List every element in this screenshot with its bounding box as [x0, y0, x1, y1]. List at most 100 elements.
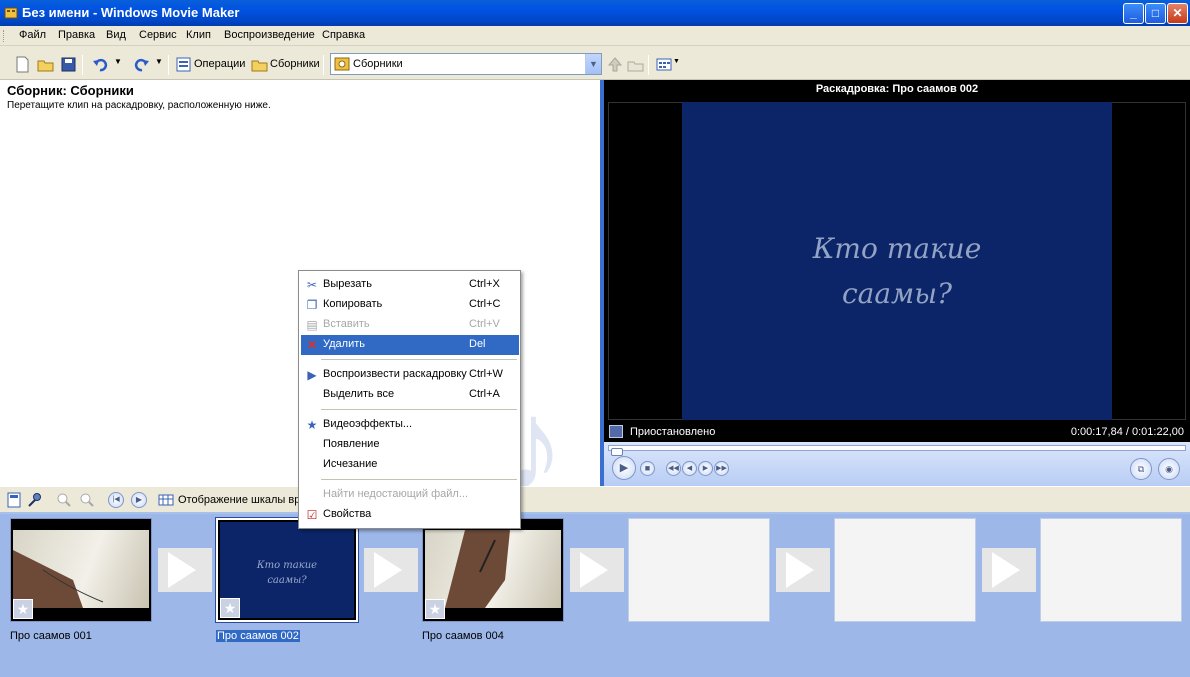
minimize-button[interactable]: _ — [1123, 3, 1144, 24]
collection-icon — [334, 57, 350, 71]
maximize-button[interactable]: □ — [1145, 3, 1166, 24]
menu-item-copy[interactable]: ❐ Копировать Ctrl+C — [301, 295, 519, 315]
views-dropdown-icon[interactable]: ▼ — [673, 58, 680, 65]
open-project-icon[interactable] — [37, 56, 54, 73]
menu-item-video-effects[interactable]: ★ Видеоэффекты... — [301, 415, 519, 435]
collections-button[interactable]: Сборники — [270, 58, 320, 70]
views-icon[interactable] — [656, 56, 673, 73]
previous-frame-icon[interactable]: ◀◀ — [666, 461, 681, 476]
new-project-icon[interactable] — [14, 56, 31, 73]
redo-dropdown-icon[interactable]: ▼ — [155, 57, 163, 66]
rewind-icon[interactable]: ◀ — [682, 461, 697, 476]
video-effect-star-icon[interactable]: ★ — [425, 599, 445, 619]
stop-icon[interactable]: ■ — [640, 461, 655, 476]
storyboard-area: |◀ ▶ Отображение шкалы вре ★ Про саамов … — [0, 486, 1190, 677]
storyboard-view-icon[interactable] — [6, 492, 22, 508]
preview-title: Раскадровка: Про саамов 002 — [815, 83, 979, 95]
play-storyboard-icon[interactable]: ▶ — [131, 492, 147, 508]
menu-item-fade-in[interactable]: Появление — [301, 435, 519, 455]
play-icon[interactable]: ▶ — [612, 456, 636, 480]
transition-arrow-icon — [168, 552, 196, 588]
seek-bar[interactable] — [608, 445, 1186, 456]
menu-item-shortcut: Ctrl+A — [469, 388, 500, 400]
operations-button[interactable]: Операции — [194, 58, 245, 70]
transition-slot[interactable] — [776, 548, 830, 592]
empty-clip-slot[interactable] — [628, 518, 770, 622]
menu-view[interactable]: Вид — [106, 29, 126, 41]
clip-thumbnail — [13, 530, 149, 608]
undo-icon[interactable] — [92, 56, 109, 73]
hand-drawing-thumbnail — [13, 550, 104, 608]
transition-slot[interactable] — [158, 548, 212, 592]
effects-star-icon: ★ — [306, 418, 318, 432]
menu-item-paste: ▤ Вставить Ctrl+V — [301, 315, 519, 335]
preview-monitor: Раскадровка: Про саамов 002 Кто такие са… — [600, 80, 1190, 486]
take-picture-icon[interactable]: ◉ — [1158, 458, 1180, 480]
preview-status-bar: Приостановлено 0:00:17,84 / 0:01:22,00 — [604, 422, 1190, 442]
toolbar-separator — [323, 55, 324, 75]
storyboard-strip: ★ Про саамов 001 Кто такие саамы? ★ Про … — [0, 514, 1190, 677]
zoom-out-icon[interactable] — [79, 492, 95, 508]
empty-clip-slot[interactable] — [1040, 518, 1182, 622]
preview-caption-line2: саамы? — [841, 277, 953, 310]
menu-separator — [321, 409, 517, 410]
menu-item-delete[interactable]: ✕ Удалить Del — [301, 335, 519, 355]
next-frame-icon[interactable]: ▶▶ — [714, 461, 729, 476]
operations-icon[interactable] — [175, 56, 192, 73]
menu-item-shortcut: Ctrl+V — [469, 318, 500, 330]
properties-icon: ☑ — [306, 508, 318, 522]
empty-clip-slot[interactable] — [834, 518, 976, 622]
menu-help[interactable]: Справка — [322, 29, 365, 41]
collection-instruction: Перетащите клип на раскадровку, располож… — [7, 100, 271, 111]
close-button[interactable]: ✕ — [1167, 3, 1188, 24]
menu-item-label: Найти недостающий файл... — [323, 488, 469, 500]
transition-slot[interactable] — [364, 548, 418, 592]
menu-clip[interactable]: Клип — [186, 29, 211, 41]
video-effect-star-icon[interactable]: ★ — [13, 599, 33, 619]
storyboard-toolbar: |◀ ▶ Отображение шкалы вре — [0, 486, 1190, 512]
redo-icon[interactable] — [133, 56, 150, 73]
menu-file[interactable]: Файл — [19, 29, 46, 41]
zoom-in-icon[interactable] — [56, 492, 72, 508]
playback-status: Приостановлено — [630, 426, 716, 438]
split-clip-icon[interactable]: ⧉ — [1130, 458, 1152, 480]
menu-item-properties[interactable]: ☑ Свойства — [301, 505, 519, 525]
storyboard-clip-selected[interactable]: Кто такие саамы? ★ — [215, 517, 359, 623]
collection-up-icon[interactable] — [607, 56, 624, 73]
save-project-icon[interactable] — [60, 56, 77, 73]
playback-time: 0:00:17,84 / 0:01:22,00 — [1070, 426, 1184, 438]
storyboard-clip[interactable]: ★ — [422, 518, 564, 622]
seek-thumb[interactable] — [611, 448, 623, 456]
menu-item-select-all[interactable]: Выделить все Ctrl+A — [301, 385, 519, 405]
new-collection-folder-icon[interactable] — [627, 56, 644, 73]
rewind-storyboard-icon[interactable]: |◀ — [108, 492, 124, 508]
collection-select[interactable]: Сборники ▼ — [330, 53, 602, 75]
menu-item-fade-out[interactable]: Исчезание — [301, 455, 519, 475]
storyboard-clip[interactable]: ★ — [10, 518, 152, 622]
timeline-icon[interactable] — [158, 492, 174, 508]
narration-microphone-icon[interactable] — [27, 492, 43, 508]
menu-item-label: Копировать — [323, 298, 383, 310]
menu-tools[interactable]: Сервис — [139, 29, 177, 41]
collections-folder-icon[interactable] — [251, 56, 268, 73]
menu-item-play-storyboard[interactable]: ▶ Воспроизвести раскадровку Ctrl+W — [301, 365, 519, 385]
preview-screen[interactable]: Кто такие саамы? — [682, 102, 1112, 420]
menu-edit[interactable]: Правка — [58, 29, 95, 41]
transition-slot[interactable] — [982, 548, 1036, 592]
menu-item-cut[interactable]: ✂ Вырезать Ctrl+X — [301, 275, 519, 295]
menu-item-label: Вставить — [323, 318, 370, 330]
clip-label: Про саамов 004 — [422, 630, 504, 642]
forward-icon[interactable]: ▶ — [698, 461, 713, 476]
title-bar: Без имени - Windows Movie Maker _ □ ✕ — [0, 0, 1190, 26]
transition-slot[interactable] — [570, 548, 624, 592]
context-menu: ✂ Вырезать Ctrl+X ❐ Копировать Ctrl+C ▤ … — [298, 270, 521, 529]
copy-icon: ❐ — [306, 298, 318, 312]
video-effect-star-icon[interactable]: ★ — [220, 598, 240, 618]
chevron-down-icon[interactable]: ▼ — [585, 54, 601, 74]
hand-drawing-thumbnail — [445, 530, 510, 608]
show-timeline-button[interactable]: Отображение шкалы вре — [178, 494, 306, 506]
undo-dropdown-icon[interactable]: ▼ — [114, 57, 122, 66]
menu-item-shortcut: Ctrl+X — [469, 278, 500, 290]
menu-playback[interactable]: Воспроизведение — [224, 29, 315, 41]
monitor-status-icon — [609, 425, 623, 438]
